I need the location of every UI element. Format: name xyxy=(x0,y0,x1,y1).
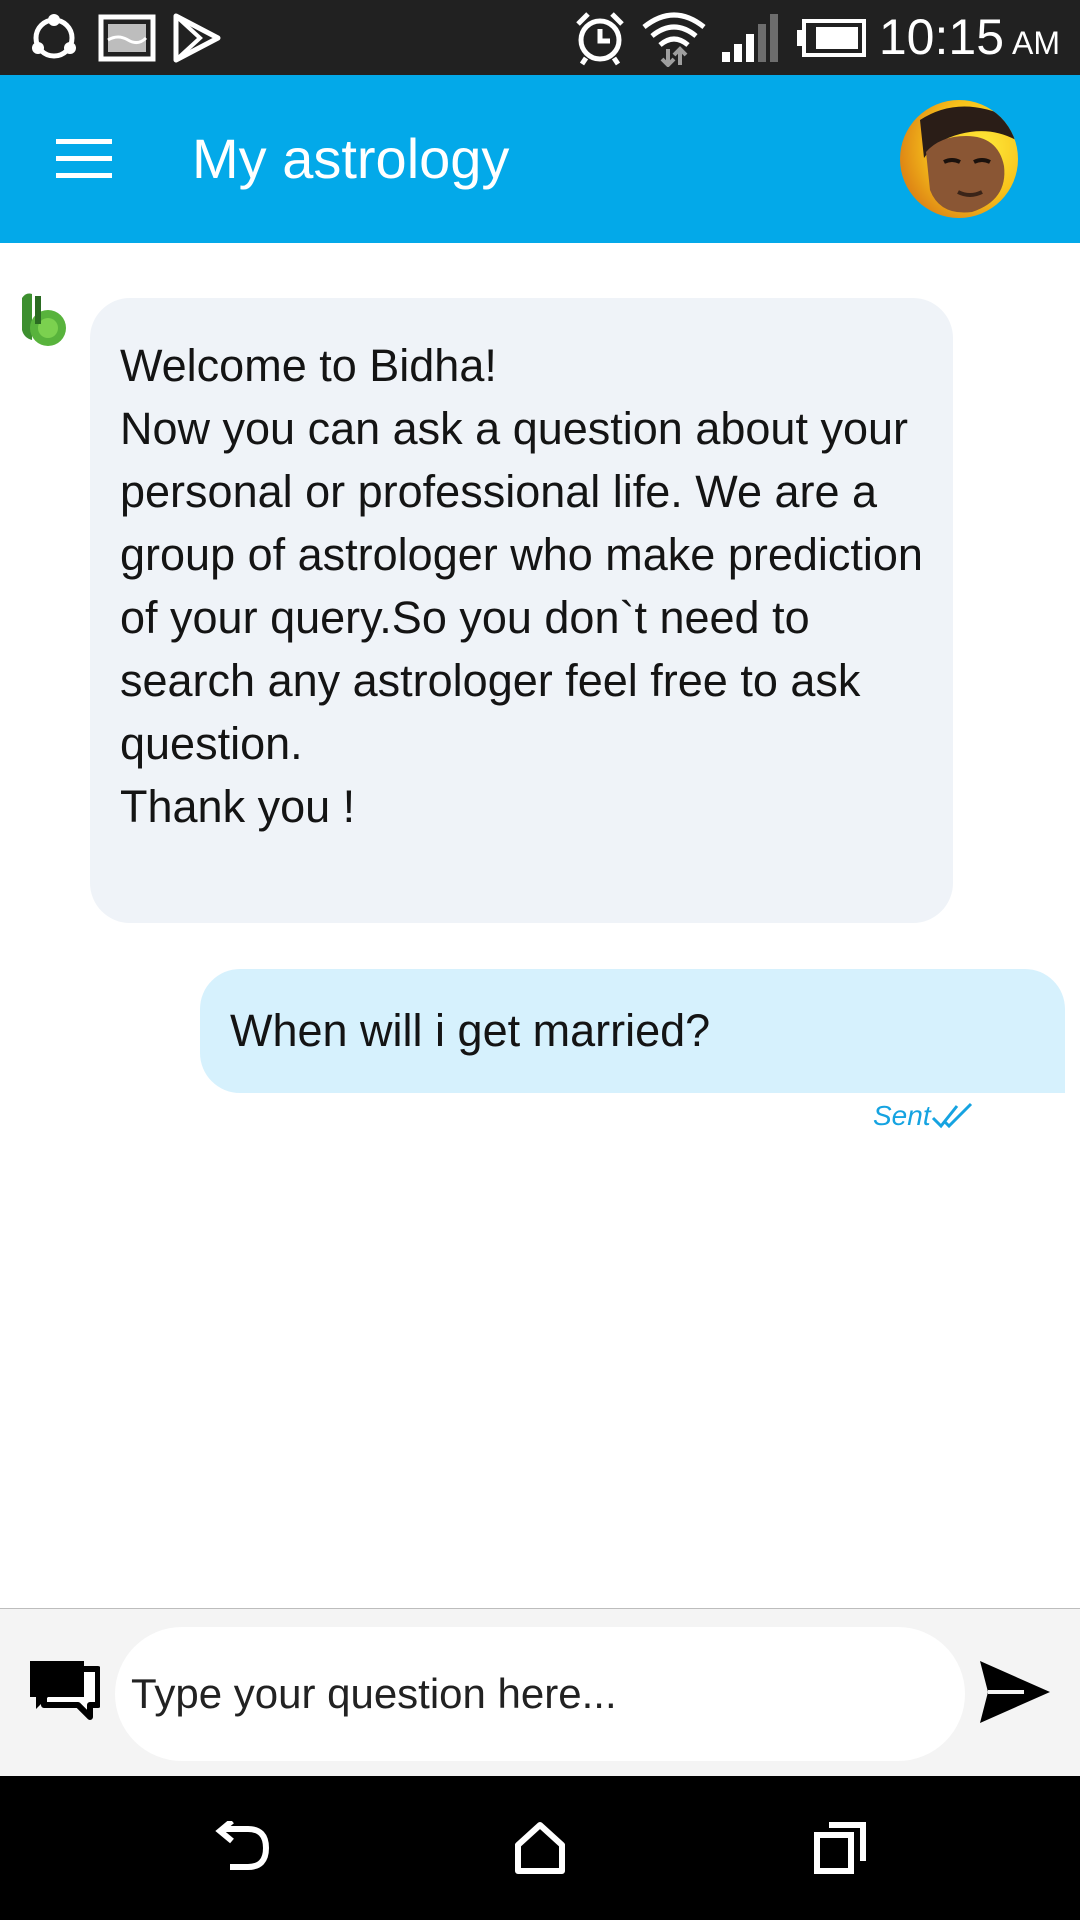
alarm-icon xyxy=(572,10,628,66)
play-store-icon xyxy=(172,10,222,66)
avatar[interactable] xyxy=(900,100,1018,218)
battery-icon xyxy=(796,10,868,66)
bidha-logo-icon xyxy=(18,290,72,348)
message-status: Sent xyxy=(873,1096,975,1136)
home-icon xyxy=(515,1822,565,1874)
clock-ampm: AM xyxy=(1012,25,1060,61)
back-button[interactable] xyxy=(200,1808,280,1888)
wifi-icon xyxy=(640,10,708,67)
double-check-icon xyxy=(931,1102,972,1129)
back-icon xyxy=(215,1821,270,1870)
status-bar: 10:15 AM xyxy=(0,0,1080,75)
recents-button[interactable] xyxy=(800,1808,880,1888)
clock-time: 10:15 xyxy=(878,9,1004,65)
recents-icon xyxy=(814,1822,866,1874)
hamburger-menu-button[interactable] xyxy=(44,125,124,193)
app-bar: My astrology xyxy=(0,75,1080,243)
outgoing-message-text: When will i get married? xyxy=(230,1005,711,1056)
message-status-text: Sent xyxy=(873,1100,931,1131)
home-button[interactable] xyxy=(500,1808,580,1888)
incoming-message-text: Welcome to Bidha! Now you can ask a ques… xyxy=(120,340,923,832)
gallery-icon xyxy=(98,10,156,66)
incoming-message-bubble: Welcome to Bidha! Now you can ask a ques… xyxy=(90,298,953,923)
page-title: My astrology xyxy=(192,127,510,190)
navigation-bar xyxy=(0,1776,1080,1920)
send-icon xyxy=(980,1661,1050,1723)
hamburger-icon xyxy=(56,139,112,178)
question-input[interactable] xyxy=(115,1627,965,1761)
send-button[interactable] xyxy=(978,1659,1052,1725)
signal-icon xyxy=(720,10,780,66)
composer-bar xyxy=(0,1608,1080,1776)
outgoing-message-bubble: When will i get married? xyxy=(200,969,1065,1093)
chat-bubbles-icon xyxy=(28,1659,101,1727)
clock: 10:15 AM xyxy=(879,8,1060,68)
profile-photo-icon xyxy=(920,106,1016,213)
shareit-icon xyxy=(28,10,80,66)
